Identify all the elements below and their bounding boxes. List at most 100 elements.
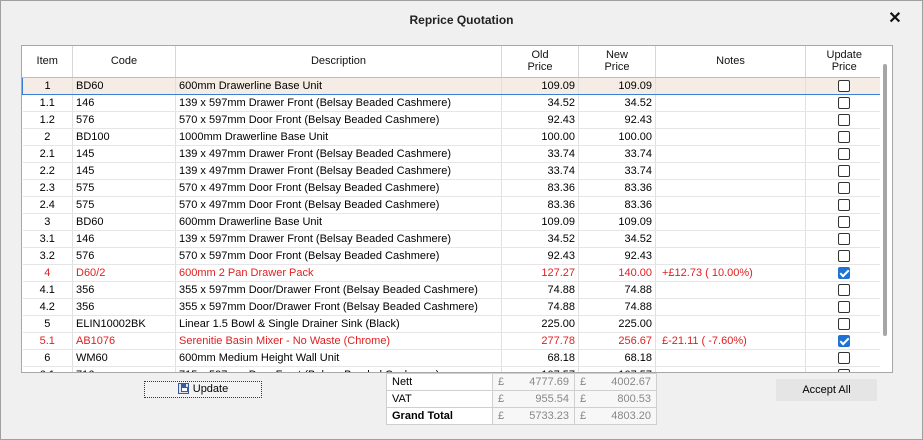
row-description[interactable]: 139 x 597mm Drawer Front (Belsay Beaded … xyxy=(175,94,502,112)
row-notes[interactable] xyxy=(655,196,806,214)
header-description[interactable]: Description xyxy=(175,46,502,78)
header-item[interactable]: Item xyxy=(22,46,73,78)
table-row[interactable]: 4.2 356 355 x 597mm Door/Drawer Front (Bel… xyxy=(22,298,883,316)
row-notes[interactable] xyxy=(655,349,806,367)
update-price-checkbox[interactable] xyxy=(838,79,850,92)
row-code[interactable]: 356 xyxy=(72,298,176,316)
row-code[interactable]: BD100 xyxy=(72,128,176,146)
row-old-price[interactable]: 109.09 xyxy=(501,76,579,95)
row-item[interactable]: 3.1 xyxy=(22,230,73,248)
table-row[interactable]: 5.1 AB1076 Serenitie Basin Mixer - No Wast… xyxy=(22,332,883,350)
row-description[interactable]: 600mm Drawerline Base Unit xyxy=(175,76,502,95)
row-description[interactable]: Linear 1.5 Bowl & Single Drainer Sink (B… xyxy=(175,315,502,333)
row-code[interactable]: 576 xyxy=(72,111,176,129)
table-row[interactable]: 1.2 576 570 x 597mm Door Front (Belsay Bea… xyxy=(22,111,883,129)
row-description[interactable]: 570 x 497mm Door Front (Belsay Beaded Ca… xyxy=(175,179,502,197)
update-price-checkbox[interactable] xyxy=(838,232,851,245)
row-item[interactable]: 2 xyxy=(22,128,73,146)
row-code[interactable]: 145 xyxy=(72,145,176,163)
row-old-price[interactable]: 33.74 xyxy=(501,162,579,180)
header-notes[interactable]: Notes xyxy=(655,46,806,78)
row-description[interactable]: 139 x 497mm Drawer Front (Belsay Beaded … xyxy=(175,145,502,163)
row-old-price[interactable]: 74.88 xyxy=(501,298,579,316)
row-description[interactable]: 570 x 597mm Door Front (Belsay Beaded Ca… xyxy=(175,111,502,129)
update-price-checkbox[interactable] xyxy=(838,198,851,211)
row-notes[interactable] xyxy=(655,213,806,231)
row-notes[interactable] xyxy=(655,281,806,299)
row-item[interactable]: 2.3 xyxy=(22,179,73,197)
row-old-price[interactable]: 92.43 xyxy=(501,247,579,265)
row-code[interactable]: 575 xyxy=(72,179,176,197)
row-old-price[interactable]: 34.52 xyxy=(501,94,579,112)
row-description[interactable]: 1000mm Drawerline Base Unit xyxy=(175,128,502,146)
row-old-price[interactable]: 92.43 xyxy=(501,111,579,129)
row-item[interactable]: 2.1 xyxy=(22,145,73,163)
row-old-price[interactable]: 68.18 xyxy=(501,349,579,367)
row-new-price[interactable]: 83.36 xyxy=(578,196,656,214)
row-new-price[interactable]: 100.00 xyxy=(578,128,656,146)
row-old-price[interactable]: 127.27 xyxy=(501,264,579,282)
row-new-price[interactable]: 107.57 xyxy=(578,366,656,372)
row-new-price[interactable]: 92.43 xyxy=(578,247,656,265)
row-new-price[interactable]: 68.18 xyxy=(578,349,656,367)
row-item[interactable]: 5.1 xyxy=(22,332,73,350)
table-row[interactable]: 3 BD60 600mm Drawerline Base Unit 109.09 109… xyxy=(22,213,883,231)
table-row[interactable]: 6.1716715 x 597mm Door Front (Belsay Bea… xyxy=(22,366,883,372)
row-notes[interactable] xyxy=(655,162,806,180)
row-description[interactable]: 570 x 597mm Door Front (Belsay Beaded Ca… xyxy=(175,247,502,265)
table-row[interactable]: 6 WM60 600mm Medium Height Wall Unit 68.18 6… xyxy=(22,349,883,367)
table-row[interactable]: 2.1 145 139 x 497mm Drawer Front (Belsay B… xyxy=(22,145,883,163)
row-notes[interactable] xyxy=(655,298,806,316)
row-new-price[interactable]: 33.74 xyxy=(578,162,656,180)
row-item[interactable]: 3 xyxy=(22,213,73,231)
row-new-price[interactable]: 92.43 xyxy=(578,111,656,129)
row-description[interactable]: 355 x 597mm Door/Drawer Front (Belsay Be… xyxy=(175,281,502,299)
row-old-price[interactable]: 34.52 xyxy=(501,230,579,248)
row-new-price[interactable]: 74.88 xyxy=(578,298,656,316)
header-new-price[interactable]: New Price xyxy=(578,46,656,78)
table-row[interactable]: 3.1 146 139 x 597mm Drawer Front (Belsay B… xyxy=(22,230,883,248)
header-update-price[interactable]: Update Price xyxy=(805,46,883,78)
row-item[interactable]: 5 xyxy=(22,315,73,333)
row-old-price[interactable]: 107.57 xyxy=(501,366,579,372)
row-old-price[interactable]: 33.74 xyxy=(501,145,579,163)
table-row[interactable]: 2.2 145 139 x 497mm Drawer Front (Belsay B… xyxy=(22,162,883,180)
row-code[interactable]: 145 xyxy=(72,162,176,180)
row-notes[interactable] xyxy=(655,179,806,197)
row-description[interactable]: 600mm 2 Pan Drawer Pack xyxy=(175,264,502,282)
row-description[interactable]: 570 x 497mm Door Front (Belsay Beaded Ca… xyxy=(175,196,502,214)
row-new-price[interactable]: 256.67 xyxy=(578,332,656,350)
row-new-price[interactable]: 34.52 xyxy=(578,94,656,112)
row-new-price[interactable]: 109.09 xyxy=(578,76,656,95)
table-row[interactable]: 1.1 146 139 x 597mm Drawer Front (Belsay B… xyxy=(22,94,883,112)
header-old-price[interactable]: Old Price xyxy=(501,46,579,78)
row-code[interactable]: AB1076 xyxy=(72,332,176,350)
update-price-checkbox[interactable] xyxy=(838,317,851,330)
row-old-price[interactable]: 83.36 xyxy=(501,196,579,214)
header-code[interactable]: Code xyxy=(72,46,176,78)
row-notes[interactable] xyxy=(655,366,806,372)
row-new-price[interactable]: 74.88 xyxy=(578,281,656,299)
row-description[interactable]: 139 x 597mm Drawer Front (Belsay Beaded … xyxy=(175,230,502,248)
row-code[interactable]: 716 xyxy=(72,366,176,372)
table-row[interactable]: 5 ELIN10002BK Linear 1.5 Bowl & Single Dra… xyxy=(22,315,883,333)
row-old-price[interactable]: 109.09 xyxy=(501,213,579,231)
row-description[interactable]: 715 x 597mm Door Front (Belsay Beaded Ca… xyxy=(175,366,502,372)
row-item[interactable]: 1 xyxy=(22,76,73,95)
row-new-price[interactable]: 225.00 xyxy=(578,315,656,333)
row-notes[interactable]: £-21.11 ( -7.60%) xyxy=(655,332,806,350)
row-code[interactable]: D60/2 xyxy=(72,264,176,282)
table-row[interactable]: 4 D60/2 600mm 2 Pan Drawer Pack 127.27 140.0… xyxy=(22,264,883,282)
row-notes[interactable] xyxy=(655,128,806,146)
update-price-checkbox[interactable] xyxy=(838,249,851,262)
row-old-price[interactable]: 225.00 xyxy=(501,315,579,333)
update-price-checkbox[interactable] xyxy=(838,215,851,228)
row-new-price[interactable]: 140.00 xyxy=(578,264,656,282)
row-code[interactable]: BD60 xyxy=(72,213,176,231)
row-item[interactable]: 1.2 xyxy=(22,111,73,129)
table-row[interactable]: 2.4 575 570 x 497mm Door Front (Belsay Bea… xyxy=(22,196,883,214)
table-row[interactable]: 2.3 575 570 x 497mm Door Front (Belsay Bea… xyxy=(22,179,883,197)
row-notes[interactable] xyxy=(655,230,806,248)
row-code[interactable]: BD60 xyxy=(72,76,176,95)
row-item[interactable]: 1.1 xyxy=(22,94,73,112)
